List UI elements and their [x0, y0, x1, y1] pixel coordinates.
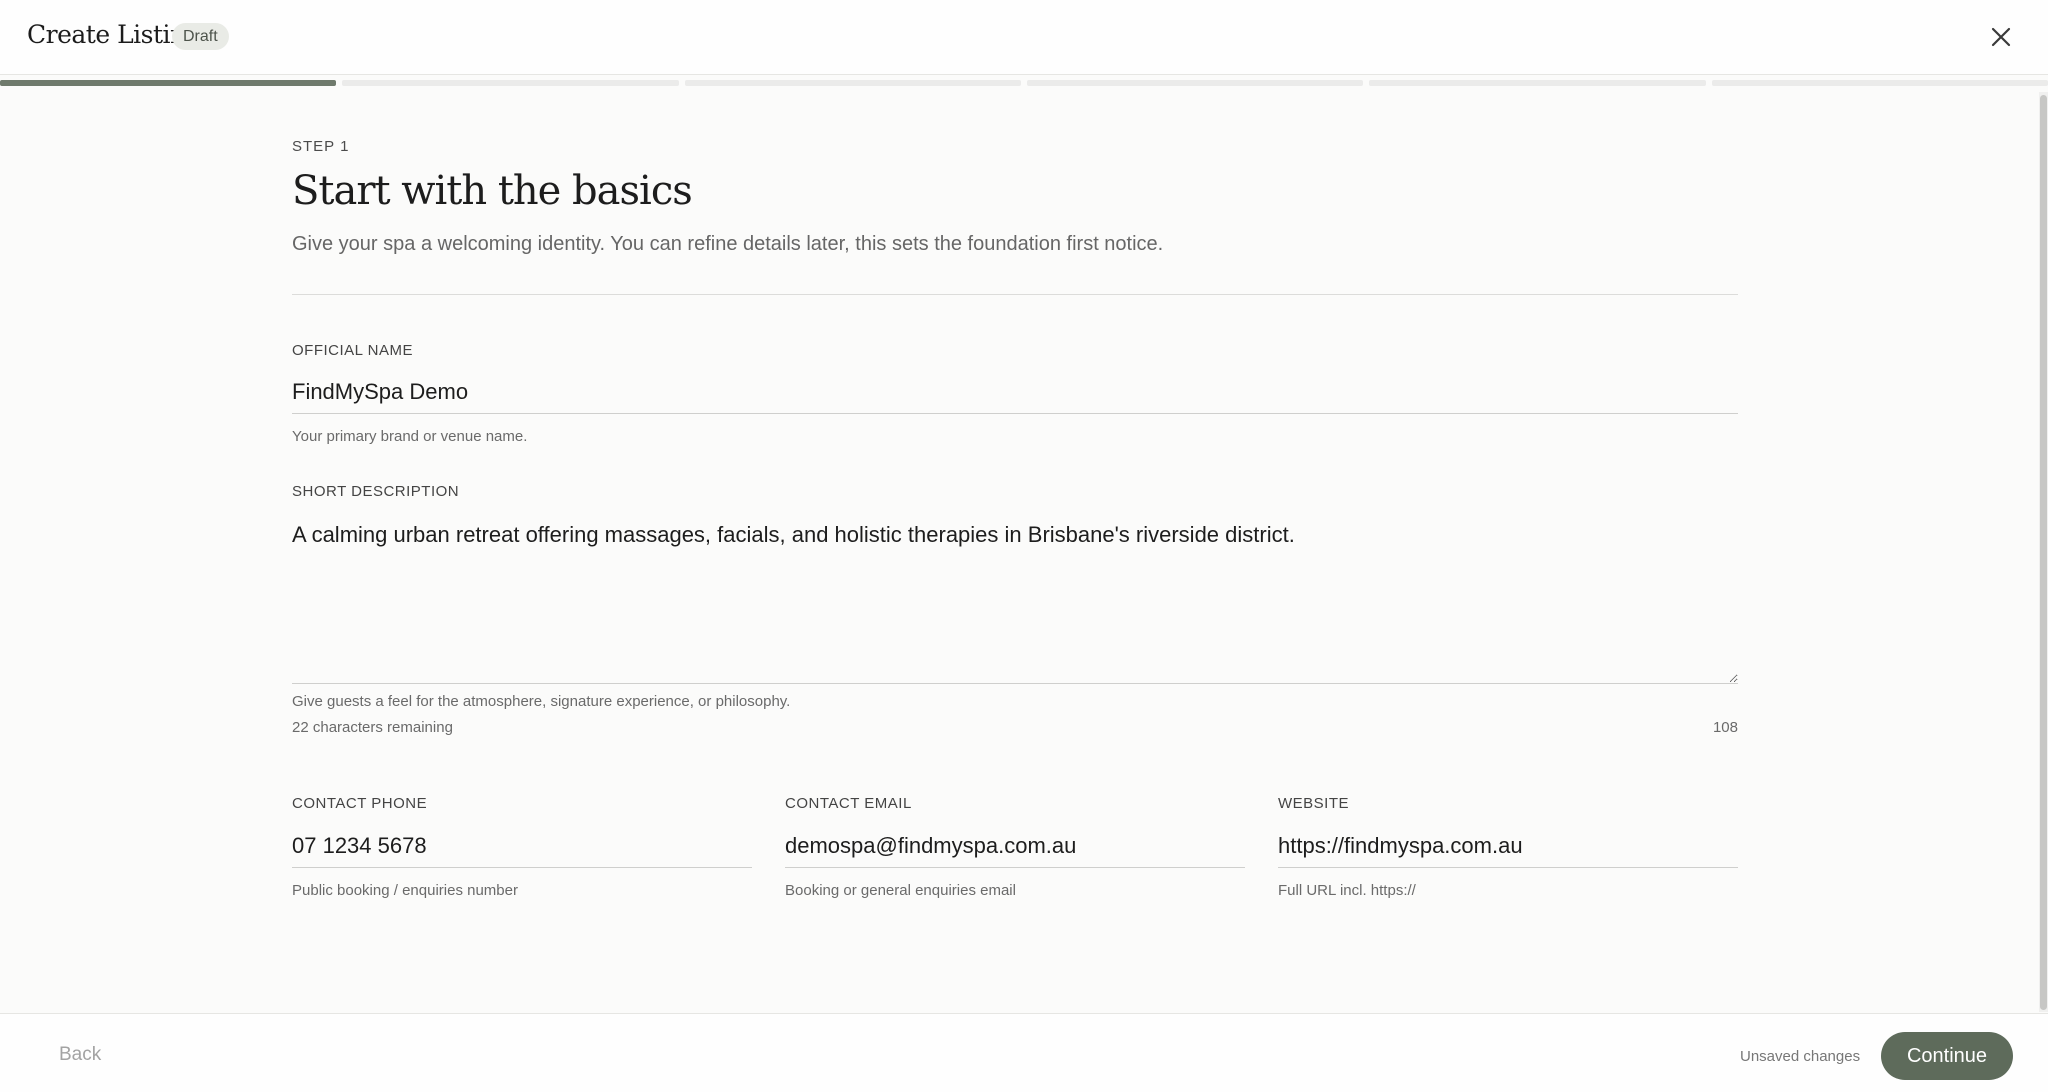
progress-segment-3	[684, 80, 1021, 86]
unsaved-status: Unsaved changes	[1740, 1048, 1861, 1065]
website-label: WEBSITE	[1278, 795, 1350, 812]
contact-phone-label: CONTACT PHONE	[292, 795, 428, 812]
official-name-input[interactable]	[292, 370, 1738, 414]
official-name-label: OFFICIAL NAME	[292, 342, 413, 359]
website-input[interactable]	[1278, 824, 1738, 868]
app-header: Create Listing Draft	[0, 0, 2048, 75]
close-button[interactable]	[1986, 22, 2016, 52]
progress-segment-1	[0, 80, 337, 86]
short-description-textarea[interactable]: A calming urban retreat offering massage…	[292, 513, 1738, 684]
contact-phone-helper: Public booking / enquiries number	[292, 882, 518, 899]
characters-remaining: 22 characters remaining	[292, 719, 453, 736]
form-footer: Back Unsaved changes Continue	[0, 1013, 2048, 1092]
step-progress-bar	[0, 80, 2048, 86]
progress-segment-2	[342, 80, 679, 86]
progress-segment-4	[1026, 80, 1364, 86]
step-subtitle: Give your spa a welcoming identity. You …	[292, 233, 1164, 255]
scrollbar-thumb[interactable]	[2040, 95, 2047, 1010]
status-badge: Draft	[172, 23, 229, 50]
step-label: STEP 1	[292, 138, 350, 155]
website-helper: Full URL incl. https://	[1278, 882, 1416, 899]
back-button[interactable]: Back	[59, 1044, 101, 1066]
progress-segment-5	[1369, 80, 1706, 86]
character-count: 108	[1712, 719, 1738, 736]
step-title: Start with the basics	[292, 168, 693, 214]
divider	[292, 294, 1738, 295]
contact-phone-input[interactable]	[292, 824, 752, 868]
short-description-label: SHORT DESCRIPTION	[292, 483, 460, 500]
official-name-helper: Your primary brand or venue name.	[292, 428, 528, 445]
short-description-helper: Give guests a feel for the atmosphere, s…	[292, 693, 791, 710]
close-icon	[1991, 27, 2011, 47]
continue-button[interactable]: Continue	[1881, 1032, 2013, 1080]
contact-email-label: CONTACT EMAIL	[785, 795, 912, 812]
contact-email-helper: Booking or general enquiries email	[785, 882, 1016, 899]
progress-segment-6	[1711, 80, 2048, 86]
contact-email-input[interactable]	[785, 824, 1245, 868]
